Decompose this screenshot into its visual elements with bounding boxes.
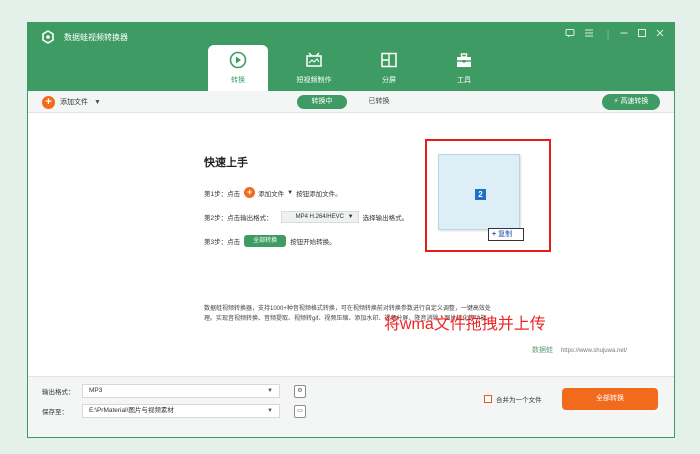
- video-maker-icon: [306, 52, 322, 67]
- title-bar: 数据蛙视频转换器 | 转换 短视频制作 分屏 工具: [28, 23, 674, 91]
- step-2: 第2步：点击输出格式： MP4 H.264/HEVC ▼ 选择输出格式。: [204, 211, 408, 223]
- step-3-prefix: 第3步：点击: [204, 239, 241, 246]
- screenshot-frame: 数据蛙视频转换器 | 转换 短视频制作 分屏 工具 + 添加文件 ▼ 转换中 已…: [0, 0, 700, 454]
- plus-icon: +: [492, 231, 497, 238]
- save-to-select[interactable]: E:\PrMaterial\图片与视频素材 ▼: [82, 404, 280, 418]
- app-window: 数据蛙视频转换器 | 转换 短视频制作 分屏 工具 + 添加文件 ▼ 转换中 已…: [27, 22, 675, 438]
- bottom-bar: 输出格式： MP3 ▼ ⚙ 保存至： E:\PrMaterial\图片与视频素材…: [28, 376, 674, 437]
- file-count-badge: 2: [475, 189, 486, 200]
- step-2-suffix: 选择输出格式。: [362, 215, 409, 222]
- annotation-text: 将wma文件拖拽并上传: [384, 316, 546, 333]
- format-settings-icon[interactable]: ⚙: [294, 384, 306, 398]
- quick-start-title: 快速上手: [204, 157, 248, 169]
- save-to-value: E:\PrMaterial\图片与视频素材: [89, 407, 174, 414]
- tab-convert[interactable]: 转换: [208, 45, 268, 91]
- feedback-icon[interactable]: [562, 27, 578, 43]
- add-file-label: 添加文件: [60, 99, 88, 106]
- step-3-convert-all-badge: 全部转换: [244, 235, 287, 247]
- copy-label: 复制: [498, 231, 513, 238]
- chevron-down-icon: ▼: [287, 189, 294, 196]
- watermark-brand: 数据蛙: [532, 347, 553, 354]
- folder-icon[interactable]: ▭: [294, 404, 306, 418]
- tab-convert-label: 转换: [231, 77, 245, 84]
- menu-icon[interactable]: [581, 27, 597, 43]
- convert-icon: [229, 51, 247, 69]
- tab-video-maker-label: 短视频制作: [296, 77, 332, 84]
- toolbox-icon: [457, 53, 471, 67]
- tab-tools-label: 工具: [457, 77, 471, 84]
- app-logo-icon: [40, 30, 56, 46]
- split-screen-icon: [381, 52, 397, 68]
- step-3: 第3步：点击 全部转换 按钮开始转换。: [204, 235, 336, 247]
- convert-all-button[interactable]: 全部转换: [562, 388, 658, 410]
- chevron-down-icon: ▼: [347, 214, 354, 220]
- divider-icon: |: [606, 29, 610, 41]
- step-3-suffix: 按钮开始转换。: [290, 239, 336, 246]
- step-1-button-label: 添加文件: [258, 190, 285, 198]
- output-format-label: 输出格式：: [42, 389, 75, 396]
- maximize-icon[interactable]: [634, 27, 650, 43]
- chevron-down-icon: ▼: [267, 408, 273, 414]
- tab-video-maker[interactable]: 短视频制作: [284, 45, 344, 91]
- step-1: 第1步：点击 + 添加文件 ▼ 按钮添加文件。: [204, 187, 342, 198]
- tab-split-screen[interactable]: 分屏: [359, 45, 419, 91]
- step-1-prefix: 第1步：点击: [204, 190, 241, 198]
- tab-split-screen-label: 分屏: [382, 77, 396, 84]
- merge-option[interactable]: 合并为一个文件: [484, 394, 542, 404]
- output-format-value: MP3: [89, 387, 103, 394]
- step-1-suffix: 按钮添加文件。: [296, 190, 342, 198]
- tab-converting[interactable]: 转换中: [297, 95, 347, 109]
- output-format-preview-value: MP4 H.264/HEVC: [295, 214, 344, 220]
- step-2-prefix: 第2步：点击输出格式：: [204, 215, 273, 222]
- fast-convert-label: 高速转换: [620, 98, 649, 105]
- plus-icon: +: [42, 95, 55, 109]
- save-to-label: 保存至：: [42, 409, 68, 416]
- app-title: 数据蛙视频转换器: [64, 33, 128, 42]
- merge-label: 合并为一个文件: [496, 397, 542, 404]
- chevron-down-icon[interactable]: ▼: [94, 99, 101, 106]
- drop-area[interactable]: 快速上手 第1步：点击 + 添加文件 ▼ 按钮添加文件。 第2步：点击输出格式：…: [28, 114, 674, 376]
- watermark: 数据蛙 https://www.shujuwa.net/: [532, 345, 627, 355]
- save-to-row: 保存至： E:\PrMaterial\图片与视频素材 ▼ ▭: [42, 404, 306, 418]
- watermark-url: https://www.shujuwa.net/: [560, 348, 627, 354]
- output-format-preview: MP4 H.264/HEVC ▼: [280, 211, 359, 223]
- dragged-files-preview[interactable]: 2: [438, 154, 520, 230]
- fast-convert-button[interactable]: ⚡ 高速转换: [602, 94, 660, 110]
- close-icon[interactable]: [652, 27, 668, 43]
- add-file-button[interactable]: + 添加文件 ▼: [42, 95, 101, 109]
- tab-converted[interactable]: 已转换: [364, 95, 394, 109]
- copy-tooltip: + 复制: [488, 228, 524, 241]
- toolbar: + 添加文件 ▼ 转换中 已转换 ⚡ 高速转换: [28, 91, 674, 113]
- merge-checkbox[interactable]: [484, 395, 492, 403]
- lightning-icon: ⚡: [613, 98, 619, 105]
- output-format-row: 输出格式： MP3 ▼ ⚙: [42, 384, 306, 398]
- plus-icon: +: [244, 187, 256, 198]
- tab-tools[interactable]: 工具: [434, 45, 494, 91]
- minimize-icon[interactable]: [616, 27, 632, 43]
- output-format-select[interactable]: MP3 ▼: [82, 384, 280, 398]
- chevron-down-icon: ▼: [267, 388, 273, 394]
